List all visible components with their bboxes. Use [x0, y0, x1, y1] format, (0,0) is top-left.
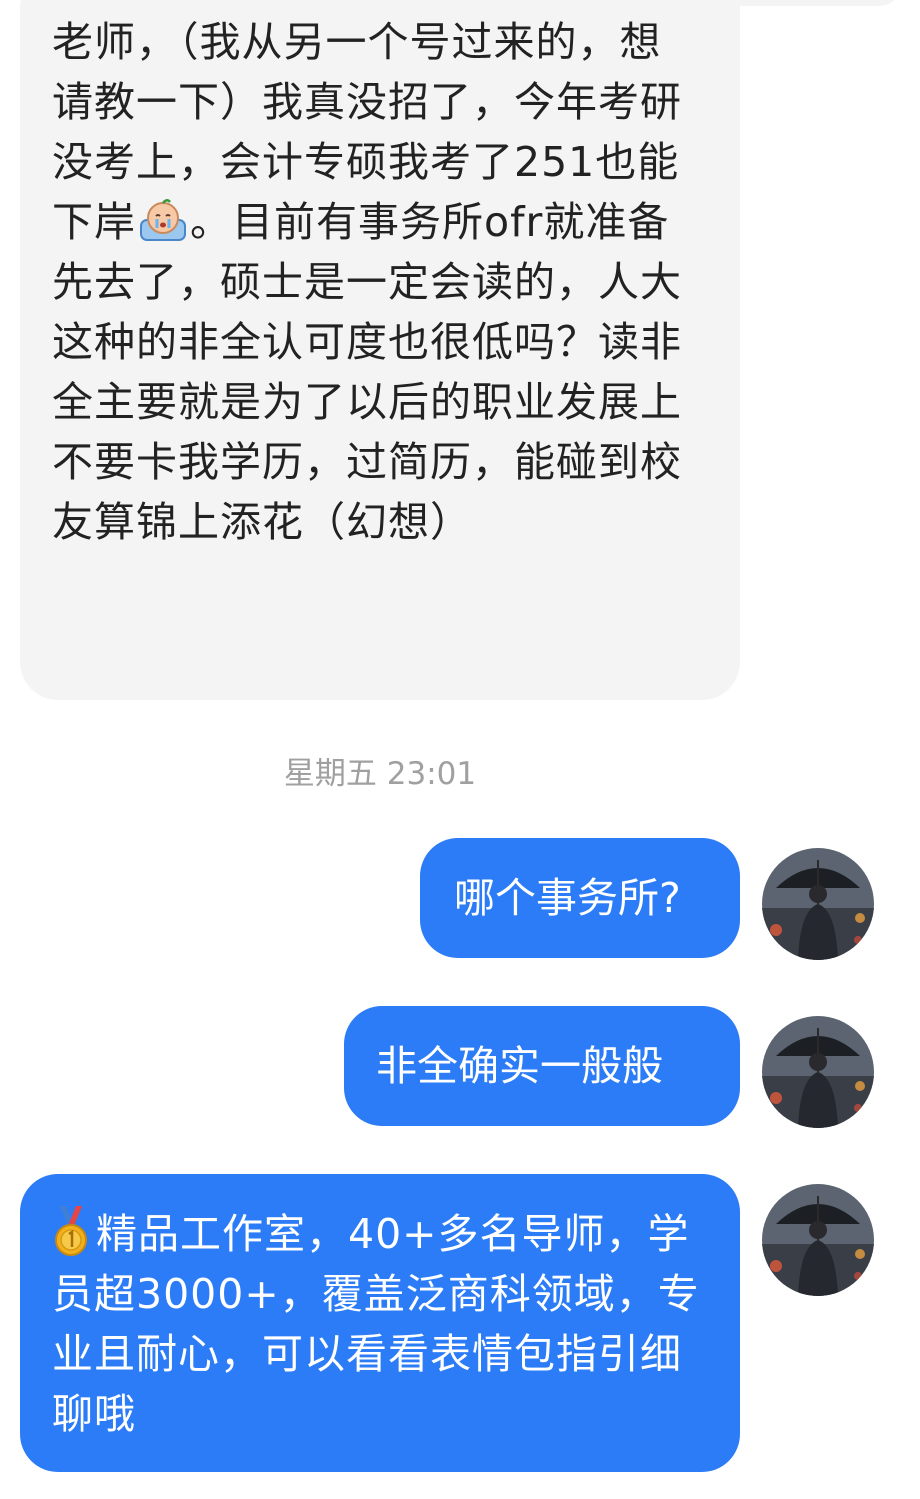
- outgoing-message-text: 精品工作室，40+多名导师，学员超3000+，覆盖泛商科领域，专业且耐心，可以看…: [52, 1210, 700, 1438]
- avatar[interactable]: [762, 848, 874, 960]
- outgoing-message-text: 非全确实一般般: [376, 1042, 663, 1090]
- incoming-message-text-part2: 。目前有事务所ofr就准备先去了，硕士是一定会读的，人大这种的非全认可度也很低吗…: [52, 198, 682, 546]
- outgoing-message-bubble[interactable]: 哪个事务所?: [420, 838, 740, 958]
- crying-face-sticker-icon: [138, 198, 188, 244]
- outgoing-message-text: 哪个事务所?: [454, 874, 681, 922]
- incoming-message-bubble[interactable]: 老师，（我从另一个号过来的，想请教一下）我真没招了，今年考研没考上，会计专硕我考…: [20, 0, 740, 700]
- outgoing-message-bubble[interactable]: 精品工作室，40+多名导师，学员超3000+，覆盖泛商科领域，专业且耐心，可以看…: [20, 1174, 740, 1472]
- outgoing-message-bubble[interactable]: 非全确实一般般: [344, 1006, 740, 1126]
- gold-medal-icon: [52, 1206, 90, 1258]
- avatar[interactable]: [762, 1016, 874, 1128]
- avatar[interactable]: [762, 1184, 874, 1296]
- message-timestamp: 星期五 23:01: [283, 756, 477, 792]
